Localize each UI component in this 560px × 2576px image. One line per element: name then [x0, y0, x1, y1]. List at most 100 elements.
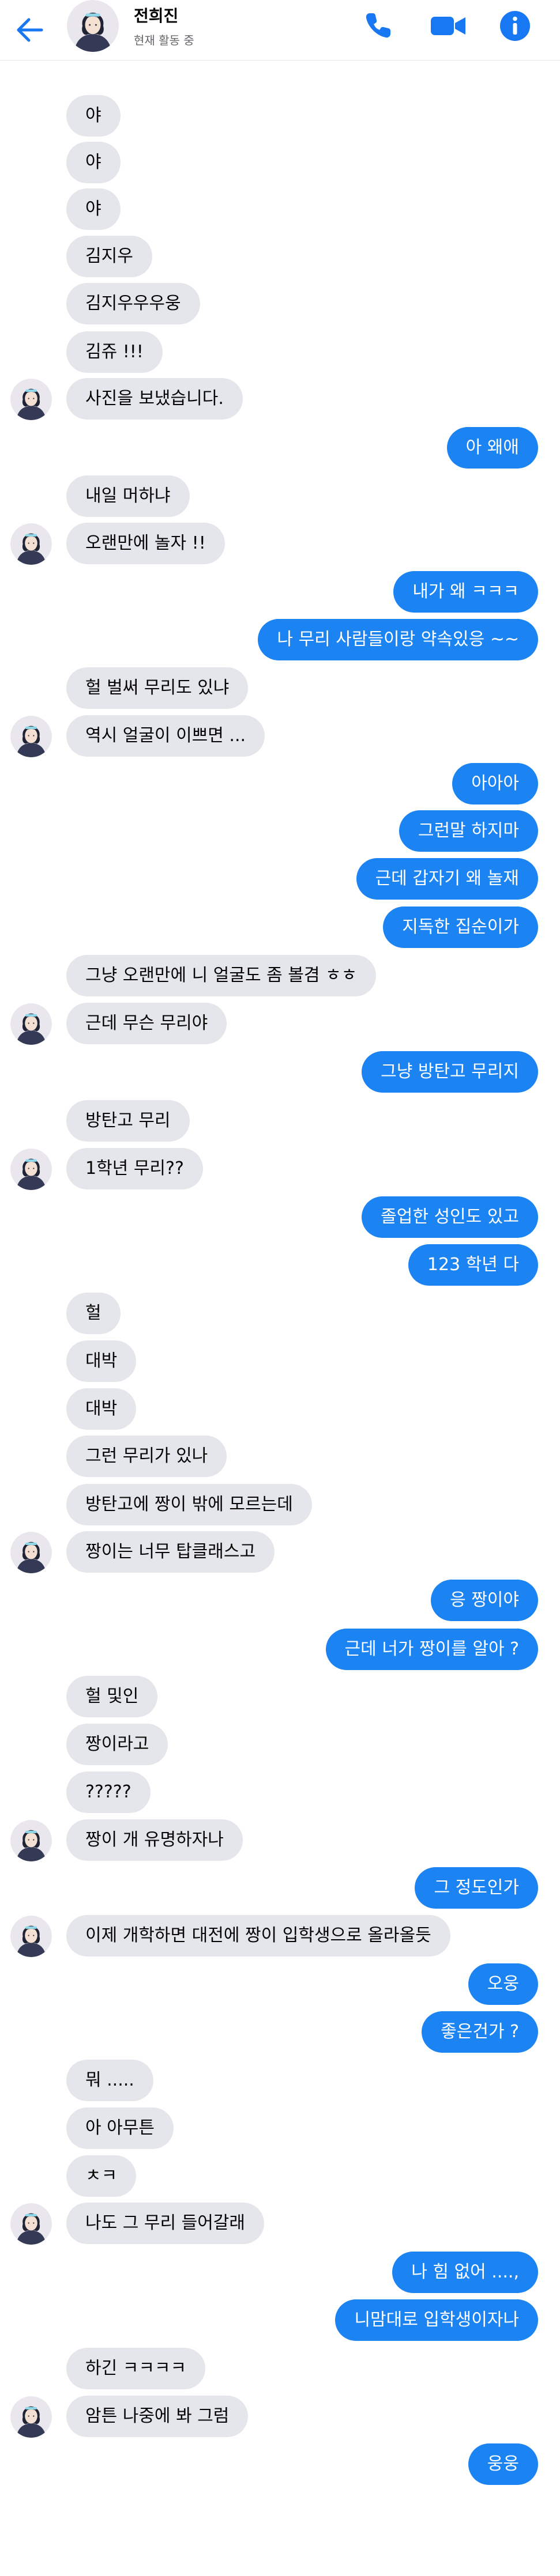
incoming-message: 이제 개학하면 대전에 짱이 입학생으로 올라올듯: [0, 1915, 560, 1957]
message-bubble[interactable]: ㅊㅋ: [66, 2155, 137, 2197]
message-bubble[interactable]: 이제 개학하면 대전에 짱이 입학생으로 올라올듯: [66, 1915, 450, 1956]
incoming-message: 오랜만에 놀자 !!: [0, 523, 560, 565]
sender-avatar[interactable]: [10, 1003, 52, 1045]
outgoing-message: 웅웅: [0, 2443, 560, 2485]
message-bubble[interactable]: 하긴 ㅋㅋㅋㅋ: [66, 2348, 206, 2389]
contact-name[interactable]: 전희진: [134, 3, 178, 27]
message-bubble[interactable]: 김지우우우웅: [66, 283, 200, 324]
message-bubble[interactable]: 123 학년 다: [408, 1244, 538, 1286]
message-bubble[interactable]: 내일 머하냐: [66, 475, 190, 517]
message-bubble[interactable]: 그런말 하지마: [399, 810, 538, 852]
message-bubble[interactable]: 아 아무튼: [66, 2107, 174, 2149]
incoming-message: 헐 및인: [0, 1676, 560, 1717]
incoming-message: 헐: [0, 1293, 560, 1334]
sender-avatar[interactable]: [10, 1820, 52, 1861]
incoming-message: 뭐 .....: [0, 2060, 560, 2101]
message-bubble[interactable]: 그냥 방탄고 무리지: [362, 1051, 538, 1093]
outgoing-message: 123 학년 다: [0, 1244, 560, 1286]
sender-avatar[interactable]: [10, 1916, 52, 1957]
message-bubble[interactable]: 근데 갑자기 왜 놀재: [356, 858, 538, 900]
sender-avatar[interactable]: [10, 2396, 52, 2438]
message-bubble[interactable]: 역시 얼굴이 이쁘면 ...: [66, 715, 265, 757]
message-bubble[interactable]: 뭐 .....: [66, 2060, 153, 2101]
incoming-message: 사진을 보냈습니다.: [0, 378, 560, 420]
incoming-message: 김지우우우웅: [0, 283, 560, 324]
incoming-message: 아 아무튼: [0, 2107, 560, 2149]
outgoing-message: 니맘대로 입학생이자나: [0, 2299, 560, 2341]
sender-avatar[interactable]: [10, 1149, 52, 1190]
message-bubble[interactable]: 아아아: [452, 763, 538, 804]
message-bubble[interactable]: 헐 벌써 무리도 있냐: [66, 667, 249, 709]
incoming-message: 야: [0, 142, 560, 183]
incoming-message: 1학년 무리??: [0, 1148, 560, 1190]
message-bubble[interactable]: 내가 왜 ㅋㅋㅋ: [393, 571, 538, 613]
sender-avatar[interactable]: [10, 716, 52, 757]
incoming-message: ?????: [0, 1772, 560, 1813]
outgoing-message: 나 무리 사람들이랑 약속있응 ~~: [0, 619, 560, 660]
message-bubble[interactable]: 김지우: [66, 236, 152, 277]
message-bubble[interactable]: 헐: [66, 1293, 121, 1334]
message-bubble[interactable]: ?????: [66, 1772, 151, 1813]
incoming-message: 그런 무리가 있나: [0, 1436, 560, 1477]
active-status: 현재 활동 중: [134, 33, 194, 47]
message-bubble[interactable]: 근데 너가 짱이를 알아 ?: [325, 1629, 538, 1670]
message-bubble[interactable]: 그냥 오랜만에 니 얼굴도 좀 볼겸 ㅎㅎ: [66, 955, 377, 996]
message-bubble[interactable]: 헐 및인: [66, 1676, 158, 1717]
message-bubble[interactable]: 대박: [66, 1388, 137, 1430]
incoming-message: 방탄고에 짱이 밖에 모르는데: [0, 1484, 560, 1525]
message-bubble[interactable]: 방탄고 무리: [66, 1100, 190, 1142]
incoming-message: 대박: [0, 1388, 560, 1430]
message-bubble[interactable]: 방탄고에 짱이 밖에 모르는데: [66, 1484, 312, 1525]
incoming-message: 짱이는 너무 탑클래스고: [0, 1531, 560, 1573]
message-bubble[interactable]: 사진을 보냈습니다.: [66, 378, 243, 420]
message-bubble[interactable]: 암튼 나중에 봐 그럼: [66, 2396, 249, 2437]
incoming-message: ㅊㅋ: [0, 2155, 560, 2197]
message-bubble[interactable]: 그런 무리가 있나: [66, 1436, 227, 1477]
message-bubble[interactable]: 야: [66, 95, 121, 137]
message-bubble[interactable]: 웅웅: [468, 2443, 538, 2485]
outgoing-message: 아아아: [0, 763, 560, 804]
sender-avatar[interactable]: [10, 379, 52, 420]
message-bubble[interactable]: 지독한 집순이가: [383, 906, 538, 948]
message-bubble[interactable]: 나도 그 무리 들어갈래: [66, 2203, 265, 2244]
message-bubble[interactable]: 짱이는 너무 탑클래스고: [66, 1531, 275, 1573]
message-bubble[interactable]: 응 짱이야: [431, 1580, 538, 1621]
message-bubble[interactable]: 니맘대로 입학생이자나: [335, 2299, 538, 2341]
sender-avatar[interactable]: [10, 2203, 52, 2245]
sender-avatar[interactable]: [10, 1532, 52, 1573]
video-call-icon[interactable]: [430, 9, 465, 43]
outgoing-message: 응 짱이야: [0, 1580, 560, 1621]
message-bubble[interactable]: 오웅: [468, 1963, 538, 2005]
message-bubble[interactable]: 나 무리 사람들이랑 약속있응 ~~: [258, 619, 538, 660]
message-bubble[interactable]: 짱이 개 유명하자나: [66, 1819, 243, 1861]
incoming-message: 김지우: [0, 236, 560, 277]
message-bubble[interactable]: 좋은건가 ?: [422, 2011, 538, 2053]
incoming-message: 헐 벌써 무리도 있냐: [0, 667, 560, 709]
message-bubble[interactable]: 야: [66, 188, 121, 230]
incoming-message: 야: [0, 188, 560, 230]
incoming-message: 방탄고 무리: [0, 1100, 560, 1142]
outgoing-message: 나 힘 없어 ....,: [0, 2252, 560, 2293]
message-bubble[interactable]: 짱이라고: [66, 1724, 168, 1765]
message-bubble[interactable]: 그 정도인가: [415, 1867, 538, 1909]
info-icon[interactable]: [498, 9, 532, 43]
back-arrow-icon[interactable]: [13, 13, 47, 47]
message-bubble[interactable]: 근데 무슨 무리야: [66, 1003, 227, 1044]
message-bubble[interactable]: 아 왜애: [446, 427, 538, 469]
incoming-message: 짱이라고: [0, 1724, 560, 1765]
message-bubble[interactable]: 김쥬 !!!: [66, 331, 163, 373]
message-bubble[interactable]: 졸업한 성인도 있고: [362, 1196, 538, 1238]
phone-call-icon[interactable]: [360, 9, 395, 43]
message-bubble[interactable]: 야: [66, 142, 121, 183]
outgoing-message: 좋은건가 ?: [0, 2011, 560, 2053]
message-bubble[interactable]: 나 힘 없어 ....,: [392, 2252, 538, 2293]
message-bubble[interactable]: 1학년 무리??: [66, 1148, 203, 1189]
message-bubble[interactable]: 대박: [66, 1340, 137, 1382]
incoming-message: 나도 그 무리 들어갈래: [0, 2203, 560, 2245]
sender-avatar[interactable]: [10, 523, 52, 565]
incoming-message: 짱이 개 유명하자나: [0, 1819, 560, 1861]
contact-avatar[interactable]: [67, 0, 119, 52]
outgoing-message: 내가 왜 ㅋㅋㅋ: [0, 571, 560, 613]
message-bubble[interactable]: 오랜만에 놀자 !!: [66, 523, 225, 564]
incoming-message: 대박: [0, 1340, 560, 1382]
